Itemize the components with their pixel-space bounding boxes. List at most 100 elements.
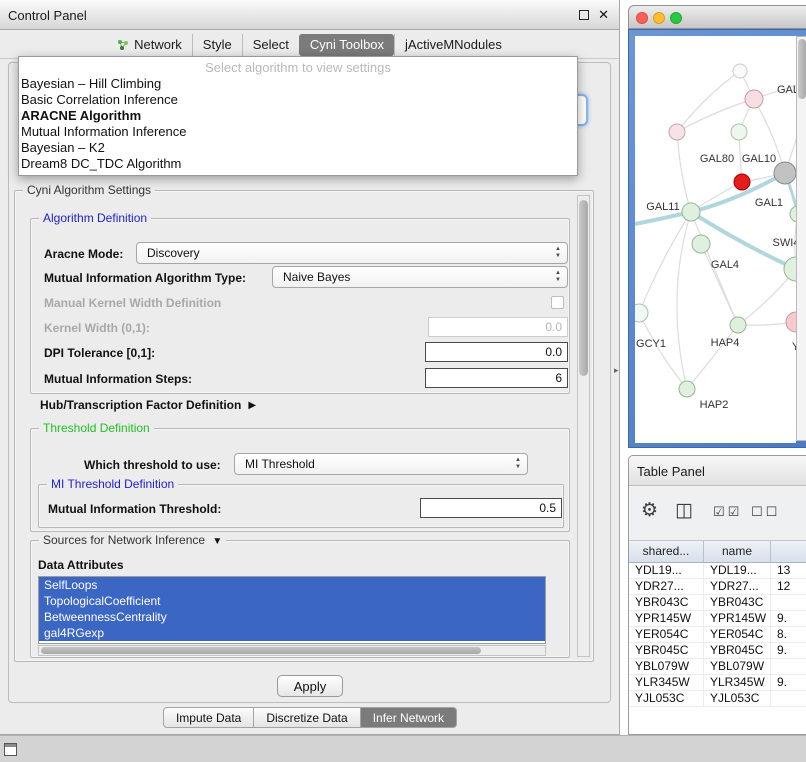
network-node[interactable] [682, 203, 700, 221]
aracne-mode-combo[interactable]: Discovery ▲▼ [136, 242, 568, 264]
attribute-item-selected[interactable]: SelfLoops [39, 577, 545, 593]
tab-jactivemnodules[interactable]: jActiveMNodules [394, 34, 512, 56]
network-canvas[interactable]: GAL GAL80 GAL10 GAL11 GAL1 SWI4 GAL4 GCY… [635, 36, 796, 443]
table-row[interactable]: YER054C YER054C 8. [629, 627, 806, 643]
cell[interactable] [771, 659, 806, 674]
cell[interactable]: YJL053C [629, 691, 704, 706]
settings-scrollbar-thumb[interactable] [579, 200, 588, 376]
algorithm-option[interactable]: Bayesian – Hill Climbing [19, 76, 577, 92]
kernel-width-field[interactable]: 0.0 [428, 317, 568, 337]
minimized-window-icon[interactable] [4, 743, 17, 756]
algorithm-option[interactable]: Bayesian – K2 [19, 140, 577, 156]
tab-discretize-data[interactable]: Discretize Data [254, 707, 360, 728]
columns-icon[interactable]: ◫ [675, 499, 693, 522]
gear-icon[interactable]: ⚙ [641, 499, 658, 522]
network-node[interactable] [774, 162, 796, 184]
hub-definition-toggle[interactable]: Hub/Transcription Factor Definition ▶ [40, 398, 256, 412]
network-vscrollbar[interactable] [796, 36, 806, 441]
attributes-hscrollbar-thumb[interactable] [41, 647, 481, 654]
algorithm-option[interactable]: Dream8 DC_TDC Algorithm [19, 156, 577, 172]
manual-kernel-checkbox[interactable] [551, 296, 564, 309]
mi-steps-field[interactable]: 6 [425, 368, 568, 388]
table-row[interactable]: YBL079W YBL079W [629, 659, 806, 675]
cell[interactable]: YER054C [629, 627, 704, 642]
cell[interactable]: 12 [771, 579, 806, 594]
tab-network[interactable]: Network [107, 34, 192, 56]
splitter-arrow-icon[interactable]: ▸ [614, 365, 619, 376]
cell[interactable] [771, 595, 806, 610]
cell[interactable]: 13 [771, 563, 806, 578]
network-node[interactable] [731, 124, 747, 140]
cell[interactable] [771, 691, 806, 706]
table-row[interactable]: YJL053C YJL053C [629, 691, 806, 707]
table-row[interactable]: YBR043C YBR043C [629, 595, 806, 611]
cell[interactable]: YLR345W [704, 675, 771, 690]
sources-group-title-wrap[interactable]: Sources for Network Inference ▼ [39, 533, 226, 547]
minimize-traffic-light[interactable] [653, 12, 665, 24]
tab-style[interactable]: Style [192, 34, 242, 56]
tab-cyni-toolbox[interactable]: Cyni Toolbox [299, 34, 394, 56]
which-threshold-combo[interactable]: MI Threshold ▲▼ [234, 453, 528, 475]
network-node[interactable] [745, 90, 763, 108]
table-row[interactable]: YPR145W YPR145W 9. [629, 611, 806, 627]
column-header-name[interactable]: name [704, 541, 771, 562]
cell[interactable]: YBL079W [704, 659, 771, 674]
network-node[interactable] [635, 304, 648, 322]
network-window-titlebar[interactable] [628, 5, 806, 29]
algorithm-option[interactable]: Basic Correlation Inference [19, 92, 577, 108]
settings-scrollbar[interactable] [577, 195, 590, 657]
network-node-red[interactable] [734, 174, 750, 190]
cell[interactable]: YBR045C [629, 643, 704, 658]
zoom-traffic-light[interactable] [670, 12, 682, 24]
cell[interactable]: YER054C [704, 627, 771, 642]
table-row[interactable]: YLR345W YLR345W 9. [629, 675, 806, 691]
cell[interactable]: YBL079W [629, 659, 704, 674]
algorithm-option-selected[interactable]: ARACNE Algorithm [19, 108, 577, 124]
network-node[interactable] [730, 317, 746, 333]
cell[interactable]: YBR045C [704, 643, 771, 658]
cell[interactable]: YJL053C [704, 691, 771, 706]
attribute-item-selected[interactable]: BetweennessCentrality [39, 609, 545, 625]
float-window-icon[interactable] [579, 10, 589, 20]
cell[interactable]: YPR145W [629, 611, 704, 626]
close-traffic-light[interactable] [636, 12, 648, 24]
close-window-icon[interactable]: ✕ [598, 9, 609, 21]
network-vscrollbar-thumb[interactable] [798, 39, 806, 99]
attribute-item-selected[interactable]: TopologicalCoefficient [39, 593, 545, 609]
table-row[interactable]: YDR27... YDR27... 12 [629, 579, 806, 595]
dpi-tolerance-field[interactable]: 0.0 [425, 342, 568, 362]
network-node[interactable] [669, 124, 685, 140]
table-panel-titlebar[interactable]: Table Panel [629, 456, 806, 486]
attributes-hscrollbar[interactable] [38, 645, 546, 656]
cell[interactable]: YDR27... [629, 579, 704, 594]
cell[interactable]: YPR145W [704, 611, 771, 626]
tab-select[interactable]: Select [242, 34, 299, 56]
cell[interactable]: YBR043C [704, 595, 771, 610]
tab-impute-data[interactable]: Impute Data [163, 707, 254, 728]
cell[interactable]: 9. [771, 675, 806, 690]
tab-infer-network[interactable]: Infer Network [361, 707, 457, 728]
apply-button[interactable]: Apply [277, 675, 343, 697]
cell[interactable]: YBR043C [629, 595, 704, 610]
network-node[interactable] [784, 257, 796, 281]
control-panel-titlebar[interactable]: Control Panel ✕ [0, 0, 619, 30]
cell[interactable]: YDL19... [629, 563, 704, 578]
deselect-all-checkboxes-icon[interactable]: ☐☐ [751, 504, 780, 520]
cell[interactable]: YDL19... [704, 563, 771, 578]
cell[interactable]: 8. [771, 627, 806, 642]
column-header-shared-name[interactable]: shared... [629, 541, 704, 562]
select-all-checkboxes-icon[interactable]: ☑☑ [713, 504, 742, 520]
cell[interactable]: 9. [771, 643, 806, 658]
network-node[interactable] [733, 64, 747, 78]
mi-threshold-field[interactable]: 0.5 [420, 498, 562, 518]
cell[interactable]: 9. [771, 611, 806, 626]
cell[interactable]: YLR345W [629, 675, 704, 690]
algorithm-option[interactable]: Mutual Information Inference [19, 124, 577, 140]
network-node[interactable] [679, 381, 695, 397]
network-node[interactable] [786, 312, 796, 332]
network-node[interactable] [692, 235, 710, 253]
column-header-partial[interactable] [771, 541, 806, 562]
cell[interactable]: YDR27... [704, 579, 771, 594]
table-row[interactable]: YDL19... YDL19... 13 [629, 563, 806, 579]
mi-type-combo[interactable]: Naive Bayes ▲▼ [272, 266, 568, 288]
